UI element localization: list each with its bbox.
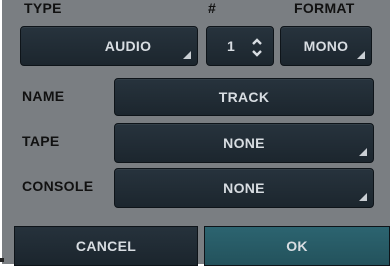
dropdown-corner-icon [359,148,367,156]
chevron-down-icon[interactable] [251,49,263,57]
dropdown-corner-icon [359,193,367,201]
new-track-dialog: TYPE # FORMAT AUDIO 1 MONO NAME TRACK TA… [2,0,390,266]
type-label: TYPE [24,0,62,16]
count-stepper[interactable]: 1 [206,26,274,66]
dropdown-corner-icon [183,51,191,59]
format-value: MONO [303,38,349,54]
ok-button[interactable]: OK [204,226,390,266]
format-label: FORMAT [294,0,355,16]
count-label: # [208,0,217,16]
format-dropdown[interactable]: MONO [280,26,372,66]
type-value: AUDIO [104,38,152,54]
name-value: TRACK [218,89,270,105]
count-value: 1 [227,38,236,54]
stepper-arrows[interactable] [251,37,263,57]
name-label: NAME [22,88,65,104]
cancel-button[interactable]: CANCEL [14,226,198,266]
console-dropdown[interactable]: NONE [114,168,374,208]
console-value: NONE [223,180,265,196]
console-label: CONSOLE [22,178,94,194]
chevron-up-icon[interactable] [251,37,263,46]
tape-value: NONE [223,135,265,151]
tape-dropdown[interactable]: NONE [114,123,374,163]
type-dropdown[interactable]: AUDIO [20,26,198,66]
dropdown-corner-icon [357,51,365,59]
tape-label: TAPE [22,133,60,149]
edge-marker [0,258,4,262]
name-input[interactable]: TRACK [114,78,374,116]
